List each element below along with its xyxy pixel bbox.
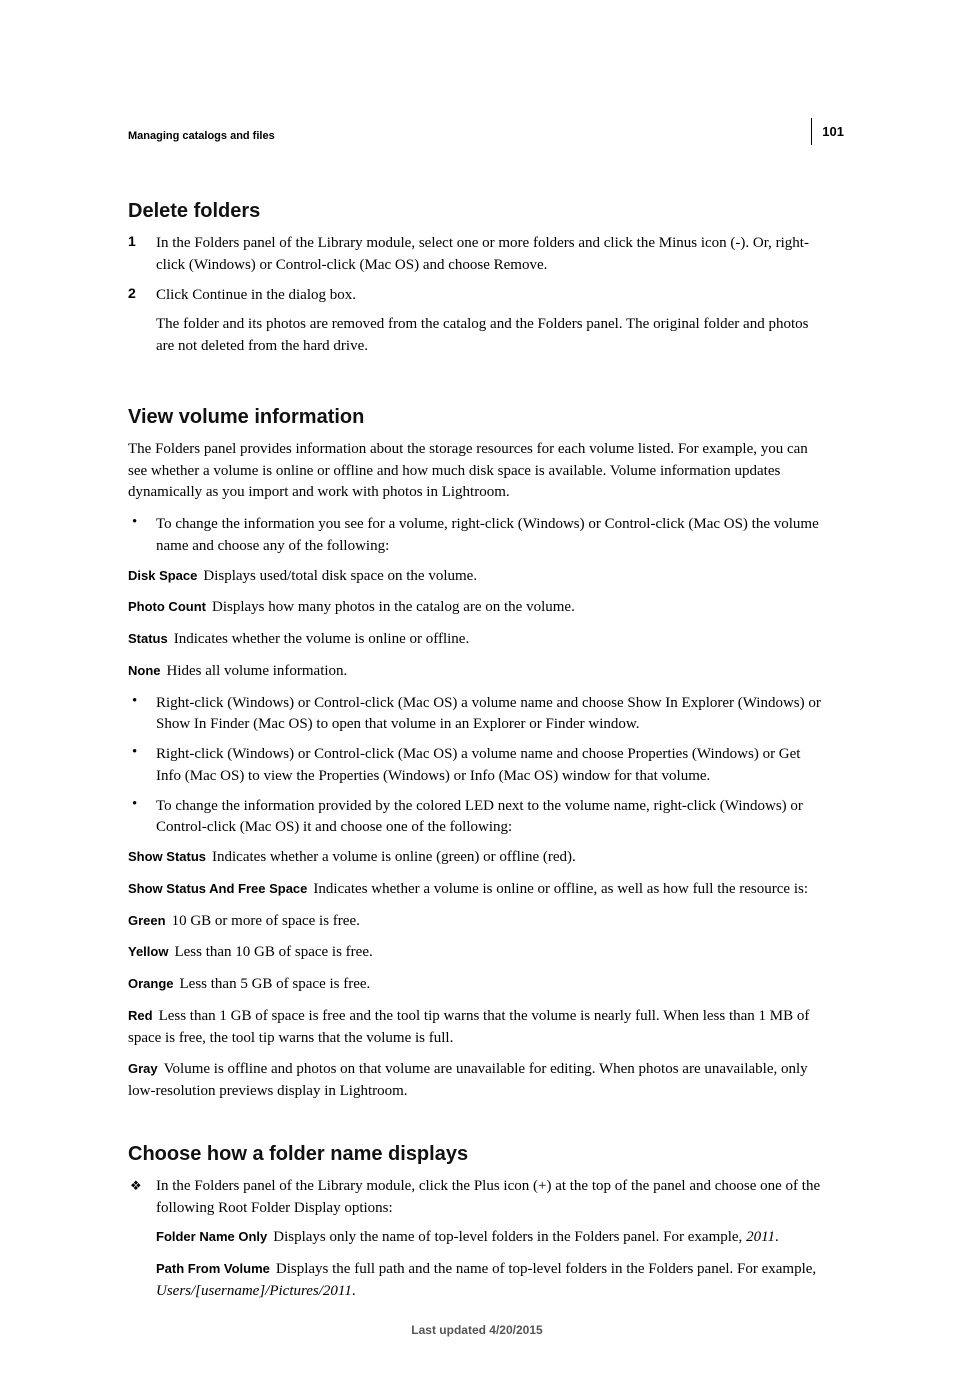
example-path: Users/[username]/Pictures/2011: [156, 1283, 352, 1299]
definition-item: Folder Name Only Displays only the name o…: [156, 1227, 826, 1249]
definition-item: Path From Volume Displays the full path a…: [156, 1259, 826, 1303]
definition-text-pre: Displays the full path and the name of t…: [276, 1261, 816, 1277]
definition-text: Displays how many photos in the catalog …: [212, 599, 575, 615]
definition-text-post: .: [352, 1283, 356, 1299]
instruction-text: In the Folders panel of the Library modu…: [156, 1176, 826, 1220]
page-number: 101: [811, 118, 844, 145]
definition-text: Indicates whether a volume is online (gr…: [212, 849, 576, 865]
definition-text: 10 GB or more of space is free.: [172, 913, 360, 929]
definition-term: Green: [128, 913, 166, 928]
heading-delete-folders: Delete folders: [128, 200, 826, 223]
definition-text: Hides all volume information.: [167, 663, 348, 679]
definition-text: Less than 1 GB of space is free and the …: [128, 1008, 809, 1046]
step-1: 1 In the Folders panel of the Library mo…: [128, 233, 826, 277]
definition-item: RedLess than 1 GB of space is free and t…: [128, 1006, 826, 1050]
step-text: In the Folders panel of the Library modu…: [156, 233, 826, 277]
definition-item: Status Indicates whether the volume is on…: [128, 629, 826, 651]
definition-item: Green 10 GB or more of space is free.: [128, 911, 826, 933]
definition-item: GrayVolume is offline and photos on that…: [128, 1059, 826, 1103]
bullet-text: To change the information provided by th…: [156, 796, 826, 840]
definition-text-post: .: [775, 1229, 779, 1245]
definition-term: Folder Name Only: [156, 1229, 267, 1244]
bullet-marker: •: [128, 744, 156, 788]
definition-term: Show Status And Free Space: [128, 881, 307, 896]
definition-item: Show Status And Free Space Indicates whet…: [128, 879, 826, 901]
heading-folder-name-display: Choose how a folder name displays: [128, 1143, 826, 1166]
definition-term: Photo Count: [128, 599, 206, 614]
definition-term: Gray: [128, 1061, 158, 1076]
example-path: 2011: [746, 1229, 775, 1245]
intro-paragraph: The Folders panel provides information a…: [128, 439, 826, 504]
definition-term: Path From Volume: [156, 1261, 270, 1276]
instruction-item: ❖ In the Folders panel of the Library mo…: [128, 1176, 826, 1220]
step-text: Click Continue in the dialog box. The fo…: [156, 285, 826, 358]
definition-item: Orange Less than 5 GB of space is free.: [128, 974, 826, 996]
bullet-marker: •: [128, 796, 156, 840]
definition-text: Less than 5 GB of space is free.: [180, 976, 371, 992]
bullet-item: • To change the information provided by …: [128, 796, 826, 840]
definition-term: Status: [128, 631, 168, 646]
bullet-text: To change the information you see for a …: [156, 514, 826, 558]
bullet-item: • Right-click (Windows) or Control-click…: [128, 693, 826, 737]
heading-view-volume: View volume information: [128, 406, 826, 429]
bullet-item: • Right-click (Windows) or Control-click…: [128, 744, 826, 788]
step-2: 2 Click Continue in the dialog box. The …: [128, 285, 826, 358]
definition-term: None: [128, 663, 161, 678]
definition-text: Displays used/total disk space on the vo…: [203, 568, 477, 584]
bullet-marker: •: [128, 693, 156, 737]
step-marker: 2: [128, 285, 156, 358]
definition-item: None Hides all volume information.: [128, 661, 826, 683]
step-subtext: The folder and its photos are removed fr…: [156, 314, 826, 358]
definition-term: Disk Space: [128, 568, 197, 583]
step-marker: 1: [128, 233, 156, 277]
definition-item: Photo Count Displays how many photos in t…: [128, 597, 826, 619]
bullet-text: Right-click (Windows) or Control-click (…: [156, 693, 826, 737]
definition-text: Indicates whether the volume is online o…: [174, 631, 469, 647]
definition-item: Yellow Less than 10 GB of space is free.: [128, 942, 826, 964]
definition-text: Volume is offline and photos on that vol…: [128, 1061, 808, 1099]
definition-term: Yellow: [128, 944, 168, 959]
diamond-marker: ❖: [128, 1176, 156, 1220]
bullet-marker: •: [128, 514, 156, 558]
definition-text-pre: Displays only the name of top-level fold…: [273, 1229, 746, 1245]
definition-term: Red: [128, 1008, 153, 1023]
definition-item: Show Status Indicates whether a volume is…: [128, 847, 826, 869]
step-text-line: Click Continue in the dialog box.: [156, 287, 356, 303]
definition-term: Show Status: [128, 849, 206, 864]
running-header: Managing catalogs and files: [128, 130, 826, 142]
definition-text: Indicates whether a volume is online or …: [313, 881, 808, 897]
definition-term: Orange: [128, 976, 174, 991]
document-page: 101 Managing catalogs and files Delete f…: [0, 0, 954, 1373]
footer-updated: Last updated 4/20/2015: [0, 1323, 954, 1337]
bullet-text: Right-click (Windows) or Control-click (…: [156, 744, 826, 788]
definition-text: Less than 10 GB of space is free.: [174, 944, 372, 960]
bullet-item: • To change the information you see for …: [128, 514, 826, 558]
definition-item: Disk Space Displays used/total disk space…: [128, 566, 826, 588]
